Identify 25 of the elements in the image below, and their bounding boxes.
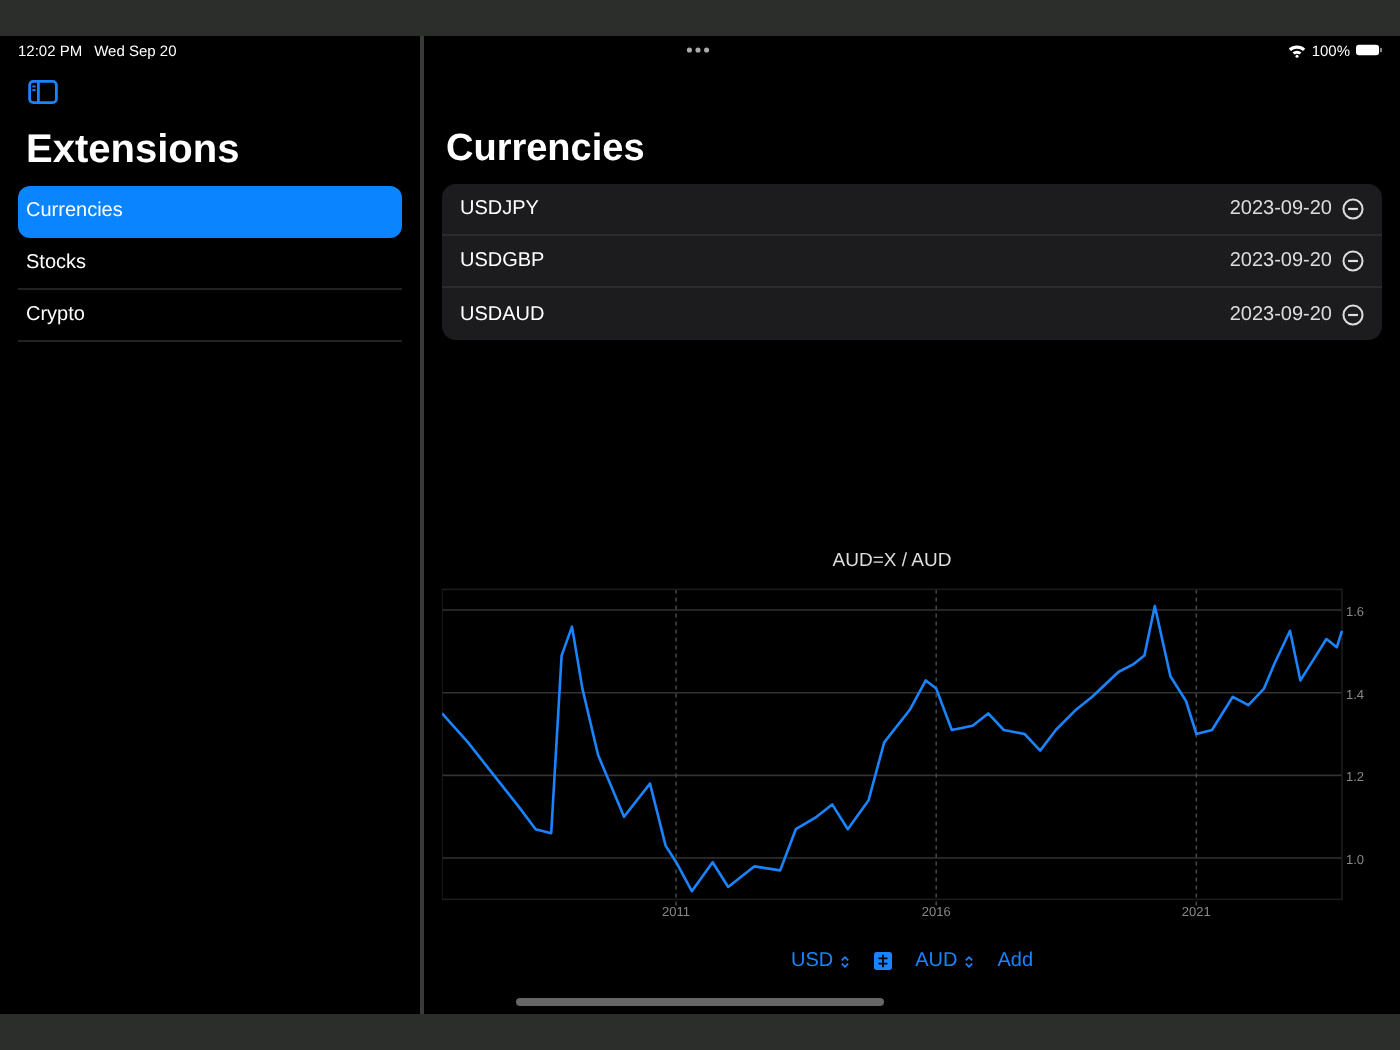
add-button[interactable]: Add <box>997 946 1034 976</box>
swap-icon[interactable] <box>873 952 892 970</box>
page-title: Currencies <box>446 128 647 174</box>
chart-title: AUD=X / AUD <box>832 550 952 572</box>
symbol-label: USDGBP <box>460 250 545 272</box>
remove-icon[interactable] <box>1342 198 1364 220</box>
symbol-label: USDJPY <box>460 198 539 220</box>
date-label: 2023-09-20 <box>1229 250 1332 272</box>
chevron-up-down-icon <box>963 953 974 969</box>
date-label: 2023-09-20 <box>1229 303 1332 325</box>
sidebar-title: Extensions <box>26 128 242 176</box>
battery-icon <box>1356 44 1382 56</box>
quote-currency-picker[interactable]: AUD <box>915 946 974 976</box>
base-currency-picker[interactable]: USD <box>790 946 850 976</box>
more-dots-icon[interactable] <box>686 46 710 54</box>
symbol-label: USDAUD <box>460 303 545 325</box>
wifi-icon <box>1287 43 1306 57</box>
sidebar-item[interactable]: Stocks <box>18 238 402 290</box>
date-label: 2023-09-20 <box>1229 198 1332 220</box>
sidebar-toggle-icon[interactable] <box>28 80 58 104</box>
sidebar-item[interactable]: Currencies <box>18 186 402 238</box>
remove-icon[interactable] <box>1342 303 1364 325</box>
sidebar-item[interactable]: Crypto <box>18 290 402 342</box>
remove-icon[interactable] <box>1342 250 1364 272</box>
chevron-up-down-icon <box>839 953 850 969</box>
